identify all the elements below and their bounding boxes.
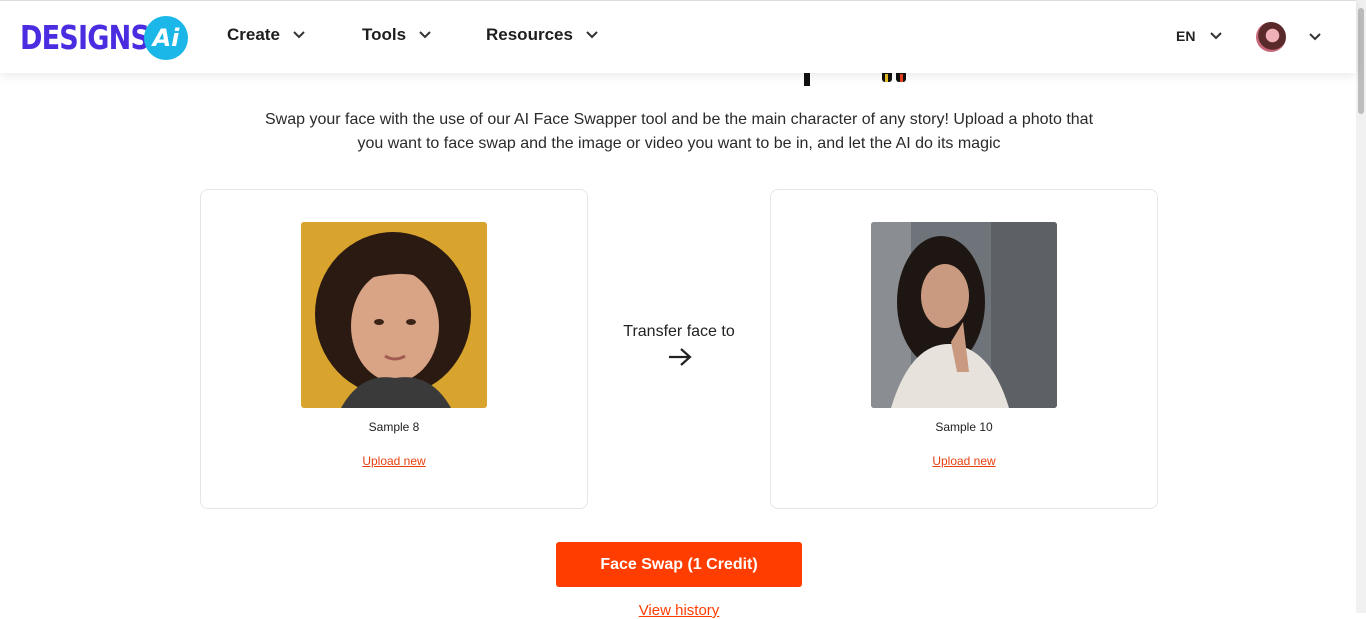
chevron-down-icon [419,31,431,39]
nav-create[interactable]: Create [227,25,306,45]
source-face-card: Sample 8 Upload new [200,189,588,509]
description-line-1: Swap your face with the use of our AI Fa… [264,111,1094,128]
top-navigation-bar: DESIGNS. Ai Create Tools Resources EN [0,0,1356,73]
chevron-down-icon [1210,32,1223,40]
nav-resources-label: Resources [486,25,573,44]
scrollbar-thumb[interactable] [1358,8,1364,114]
designs-ai-logo[interactable]: DESIGNS. Ai [20,14,189,60]
source-sample-label: Sample 8 [368,420,420,434]
nav-tools[interactable]: Tools [362,25,432,45]
source-face-image[interactable] [301,222,487,408]
language-label: EN [1176,28,1196,44]
user-menu[interactable] [1256,22,1322,52]
source-upload-new-link[interactable]: Upload new [201,454,587,468]
avatar [1256,22,1286,52]
face-swap-button[interactable]: Face Swap (1 Credit) [556,542,802,587]
transfer-face-label: Transfer face to [623,323,735,340]
arrow-right-icon [669,348,692,366]
description-line-2: you want to face swap and the image or v… [357,135,1001,152]
source-portrait-illustration [301,222,487,408]
view-history-link[interactable]: View history [556,602,802,619]
nav-resources[interactable]: Resources [486,25,599,45]
target-upload-new-link[interactable]: Upload new [771,454,1157,468]
chevron-down-icon [586,31,598,39]
chevron-down-icon [1309,33,1321,41]
target-portrait-illustration [871,222,1057,408]
logo-badge-icon: Ai [144,16,188,60]
target-sample-label: Sample 10 [935,420,993,434]
nav-create-label: Create [227,25,280,44]
logo-wordmark: DESIGNS. [20,17,159,57]
page-description: Swap your face with the use of our AI Fa… [190,108,1168,156]
target-face-image[interactable] [871,222,1057,408]
target-face-card: Sample 10 Upload new [770,189,1158,509]
chevron-down-icon [293,31,305,39]
nav-tools-label: Tools [362,25,407,44]
page-scrollbar[interactable] [1356,0,1366,613]
language-selector[interactable]: EN [1176,28,1223,44]
